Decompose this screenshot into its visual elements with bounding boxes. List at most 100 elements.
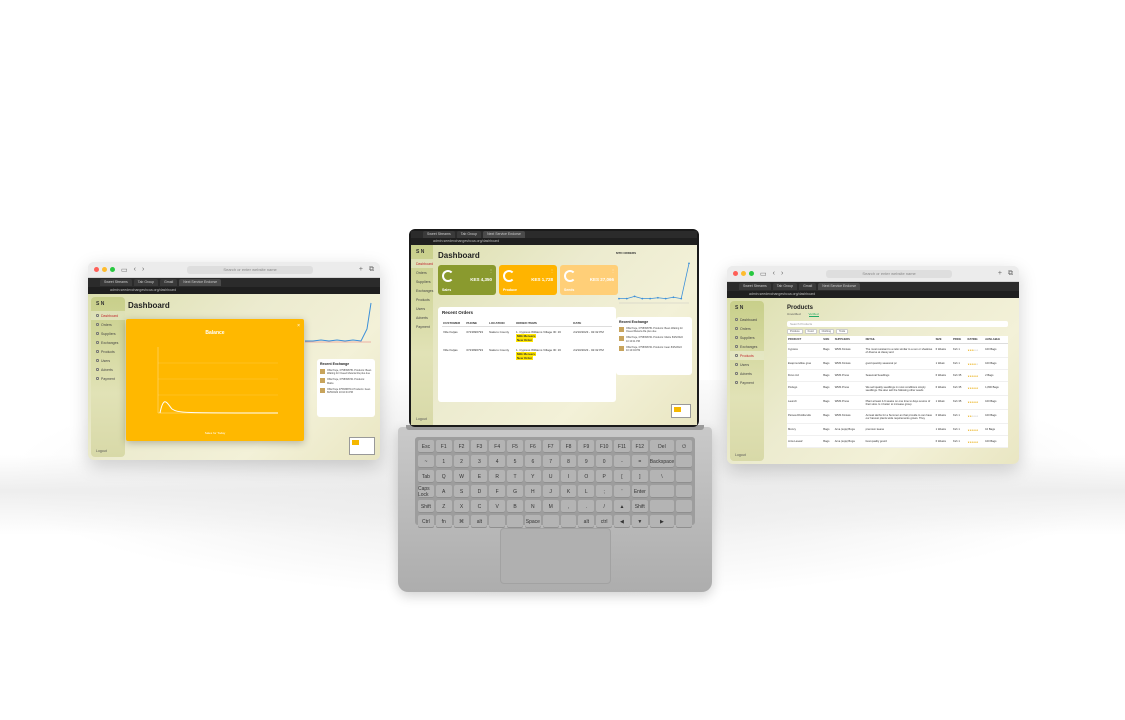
key[interactable]: P (596, 470, 613, 483)
key[interactable]: G (507, 485, 523, 498)
tab-4[interactable]: Next Service Endorse (179, 279, 222, 286)
key[interactable]: Y (524, 470, 541, 483)
minimized-preview[interactable] (671, 404, 691, 418)
key[interactable]: F (489, 485, 506, 498)
key[interactable]: E (471, 470, 488, 483)
filter-chip[interactable]: Clothing (818, 329, 835, 334)
key[interactable]: - (614, 455, 630, 468)
key[interactable]: Esc (418, 440, 434, 453)
sidebar-item-adverts[interactable]: Adverts (91, 365, 125, 374)
tab-unverified[interactable]: Unverified (787, 312, 801, 317)
data-point[interactable] (688, 262, 690, 265)
sidebar-item-adverts[interactable]: Adverts (411, 313, 433, 322)
maximize-window-dot[interactable] (110, 267, 115, 272)
key[interactable]: 9 (578, 455, 595, 468)
key[interactable]: J (542, 485, 559, 498)
key[interactable]: fn (435, 515, 452, 528)
table-row[interactable]: Launch Bags WMS Prune Plant at least 4-6 we… (787, 395, 1008, 410)
key[interactable] (489, 515, 506, 528)
data-point[interactable] (649, 297, 652, 300)
sidebar-item-users[interactable]: Users (730, 360, 764, 369)
key[interactable]: Shift (418, 500, 434, 513)
key[interactable]: F11 (614, 440, 630, 453)
sidebar-item-suppliers[interactable]: Suppliers (730, 333, 764, 342)
key[interactable]: 6 (524, 455, 541, 468)
tab-1[interactable]: Sweet Streams (100, 279, 132, 286)
data-point[interactable] (656, 296, 659, 299)
key[interactable]: ▶ (649, 515, 675, 528)
key[interactable]: O (578, 470, 595, 483)
table-row[interactable]: Ville Kuljas 0723996793 Nakuru County 1. Cy… (442, 345, 612, 363)
touchpad[interactable] (500, 528, 611, 584)
key[interactable]: Caps Lock (418, 485, 434, 498)
key[interactable]: \ (649, 470, 675, 483)
key[interactable]: , (560, 500, 577, 513)
menu-icon[interactable]: ⋮ (489, 268, 493, 273)
sidebar-item-payment[interactable]: Payment (411, 322, 433, 331)
exchange-item[interactable]: Offer/Kuje, 0758398741 Products: Maize (320, 378, 372, 385)
key[interactable] (676, 470, 692, 483)
menu-icon[interactable]: ⋮ (611, 268, 615, 273)
back-icon[interactable]: ‹ (773, 270, 775, 277)
sidebar-item-orders[interactable]: Orders (730, 324, 764, 333)
key[interactable]: 5 (507, 455, 523, 468)
key[interactable]: alt (578, 515, 595, 528)
tab-3[interactable]: Gmail (799, 283, 817, 290)
key[interactable]: L (578, 485, 595, 498)
tab-verified[interactable]: Verified (808, 312, 819, 317)
exchange-item[interactable]: Offer/Kuje, 0758398751 Products: Bean Wa… (619, 327, 689, 333)
filter-chip[interactable]: Produce (787, 329, 803, 334)
sidebar-item-dashboard[interactable]: Dashboard (411, 259, 433, 268)
table-row[interactable]: Moncy Bags Arva (soja) Boga premium keane 1 … (787, 423, 1008, 436)
tab-1[interactable]: Sweet Streams (739, 283, 771, 290)
key[interactable] (542, 515, 559, 528)
sidebar-item-dashboard[interactable]: Dashboard (730, 315, 764, 324)
key[interactable]: 4 (489, 455, 506, 468)
close-window-dot[interactable] (94, 267, 99, 272)
key[interactable]: 1 (435, 455, 452, 468)
logout-link[interactable]: Logout (96, 449, 107, 453)
sidebar-item-products[interactable]: Products (411, 295, 433, 304)
key[interactable] (649, 485, 675, 498)
sidebar-item-dashboard[interactable]: Dashboard (91, 311, 125, 320)
minimize-window-dot[interactable] (741, 271, 746, 276)
key[interactable]: R (489, 470, 506, 483)
key[interactable]: I (560, 470, 577, 483)
exchange-item[interactable]: Offer/Kuje, 0758398751 Products: Bean Wa… (320, 369, 372, 375)
url-field[interactable]: Search or enter website name (187, 265, 313, 274)
key[interactable]: ; (596, 485, 613, 498)
forward-icon[interactable]: › (142, 266, 144, 273)
key[interactable]: C (471, 500, 488, 513)
address-bar[interactable]: admin.seedexchangeshcoa.org/dashboard (88, 287, 380, 294)
key[interactable] (676, 515, 692, 528)
summary-card-produce[interactable]: ⋮ KES 1,728 Produce (499, 265, 557, 295)
key[interactable]: U (542, 470, 559, 483)
sidebar-item-products[interactable]: Products (730, 351, 764, 360)
address-bar[interactable]: admin.seedexchangeshcoa.org/dashboard (727, 291, 1019, 298)
sidebar-item-payment[interactable]: Payment (730, 378, 764, 387)
key[interactable]: Space (524, 515, 541, 528)
key[interactable]: F1 (435, 440, 452, 453)
close-icon[interactable]: × (297, 323, 300, 329)
menu-icon[interactable]: ⋮ (550, 268, 554, 273)
key[interactable]: [ (614, 470, 630, 483)
key[interactable]: 7 (542, 455, 559, 468)
key[interactable]: N (524, 500, 541, 513)
key[interactable]: Backspace (649, 455, 675, 468)
key[interactable]: ▲ (614, 500, 630, 513)
exchange-item[interactable]: Offer/Kuje 0758398741 Products: bean 8/2… (320, 387, 372, 394)
key[interactable]: F9 (578, 440, 595, 453)
sidebar-item-suppliers[interactable]: Suppliers (411, 277, 433, 286)
sidebar-item-orders[interactable]: Orders (91, 320, 125, 329)
tabs-overview-icon[interactable]: ⧉ (1008, 270, 1013, 278)
minimize-window-dot[interactable] (102, 267, 107, 272)
tabs-overview-icon[interactable]: ⧉ (369, 266, 374, 274)
key[interactable]: ▼ (631, 515, 648, 528)
key[interactable]: M (542, 500, 559, 513)
summary-card-seeds[interactable]: ⋮ KES 27,066 Seeds (560, 265, 618, 295)
key[interactable]: W (453, 470, 470, 483)
key[interactable] (560, 515, 577, 528)
key[interactable]: F7 (542, 440, 559, 453)
data-point[interactable] (672, 296, 675, 299)
tab-2[interactable]: Tab Group (133, 279, 159, 286)
